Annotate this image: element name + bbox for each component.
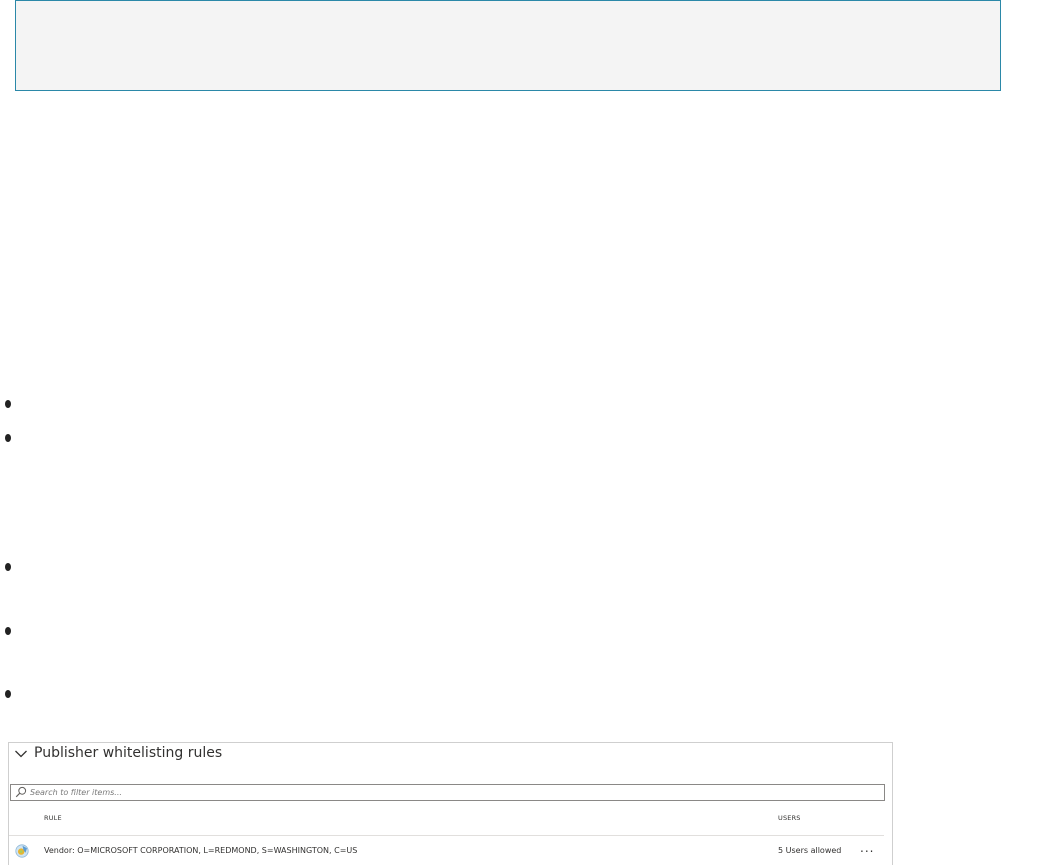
search-input[interactable] xyxy=(30,785,870,800)
table-row[interactable]: Vendor: O=MICROSOFT CORPORATION, L=REDMO… xyxy=(9,836,884,865)
note-box xyxy=(15,0,1001,91)
certificate-rule-icon xyxy=(15,844,29,858)
column-header-rule[interactable]: RULE xyxy=(44,814,62,822)
bullet-point xyxy=(5,627,11,635)
bullet-point xyxy=(5,690,11,698)
chevron-down-icon[interactable] xyxy=(14,748,28,760)
panel-title: Publisher whitelisting rules xyxy=(34,745,223,761)
users-cell: 5 Users allowed xyxy=(778,846,842,855)
bullet-point xyxy=(5,563,11,571)
column-header-users[interactable]: USERS xyxy=(778,814,801,822)
panel-header[interactable]: Publisher whitelisting rules xyxy=(9,743,892,771)
search-icon xyxy=(15,786,27,798)
bullet-point xyxy=(5,434,11,442)
more-options-button[interactable]: ... xyxy=(860,842,874,854)
publisher-whitelisting-rules-panel: Publisher whitelisting rules RULE USERS … xyxy=(8,742,893,865)
rule-cell: Vendor: O=MICROSOFT CORPORATION, L=REDMO… xyxy=(44,846,358,855)
bullet-point xyxy=(5,400,11,408)
search-box[interactable] xyxy=(10,784,885,801)
